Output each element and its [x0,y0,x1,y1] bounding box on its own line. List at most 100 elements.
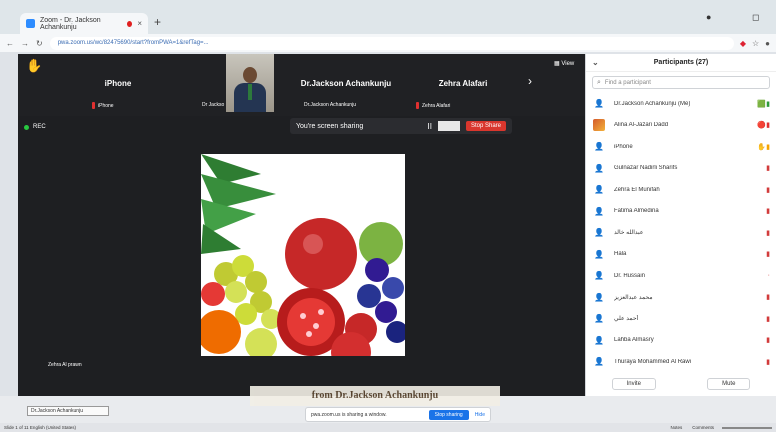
taskbar-window-label[interactable]: Dr.Jackson Achankunju [27,406,109,416]
participant-status-icon: 🔴▮ [757,122,770,130]
recording-dot-icon [24,124,29,130]
participant-name: Hala [614,251,627,258]
participant-name: Alina Al-Jazari Dadd [614,122,669,129]
participant-search[interactable]: ⌕ Find a participant [592,76,770,89]
participant-row[interactable]: 👤 عبدالله خالد ▮ [586,222,776,244]
url-field[interactable]: pwa.zoom.us/wc/82475690/start?fromPWA=1&… [49,36,734,50]
minimize-icon[interactable]: ● [706,12,711,22]
pause-share-button[interactable]: II [428,122,432,131]
participant-row[interactable]: 👤 Lahba Almasry ▮ [586,330,776,352]
close-tab-icon[interactable]: × [137,19,142,28]
participant-list: 👤 Dr.Jackson Achankunju (Me) 🟩▮ Alina Al-Ja… [586,93,776,373]
participant-row[interactable]: 👤 Fatima Almedina ▮ [586,201,776,223]
person-tie [248,84,252,100]
next-page-chevron-icon[interactable]: › [528,74,532,88]
participant-name: Dr.Jackson Achankunju (Me) [614,100,691,107]
profile-icon[interactable]: ● [765,39,770,48]
search-icon: ⌕ [597,78,601,86]
browser-tab[interactable]: Zoom - Dr. Jackson Achankunju × [20,13,148,34]
person-icon: 👤 [594,335,604,345]
video-tile[interactable]: Dr.Jackson Achankunju Dr.Jackson Achanku… [286,54,406,116]
person-icon: 👤 [594,249,604,259]
participant-name: عبدالله خالد [614,230,644,237]
participants-panel: ⌄ Participants (27) ⌕ Find a participant… [585,54,776,396]
participant-name: Dr. Hussain [614,272,646,279]
forward-icon[interactable]: → [21,39,29,48]
participant-name: iPhone [614,143,633,150]
raised-hand-icon: ✋ [26,58,43,73]
address-bar-row: ← → ↻ pwa.zoom.us/wc/82475690/start?from… [0,34,776,52]
person-icon: 👤 [594,271,604,281]
video-tile[interactable]: Zehra Alafari Zehra Alafari [408,54,518,116]
comments-button[interactable]: Comments [692,425,714,430]
participant-status-icon: ▮ [766,165,770,173]
participant-status-icon: · [767,272,770,280]
mic-muted-icon [416,102,419,109]
person-icon: 👤 [594,314,604,324]
participant-status-icon: ▮ [766,358,770,366]
video-strip: ✋ iPhone iPhone Dr Jackso Dr.Jackson Ach… [18,54,585,116]
video-tile[interactable]: ✋ iPhone iPhone [18,54,218,116]
tile-name: Zehra Alafari [438,79,488,88]
person-icon: 👤 [594,228,604,238]
participant-row[interactable]: 👤 محمد عبدالعزيز ▮ [586,287,776,309]
participant-row[interactable]: 👤 Dr. Hussain · [586,265,776,287]
mic-muted-icon [92,102,95,109]
participant-name: محمد عبدالعزيز [614,294,653,301]
bookmark-star-icon[interactable]: ☆ [752,39,759,48]
participant-status-icon: ▮ [766,229,770,237]
tile-name: iPhone [104,79,132,88]
participant-row[interactable]: 👤 Gulnazar Nadirli Sharifs ▮ [586,158,776,180]
new-tab-button[interactable]: + [154,15,161,29]
recording-status: REC [24,124,46,130]
recording-indicator-icon [127,20,133,27]
shared-fruit-image [201,154,405,356]
participant-video[interactable] [226,54,274,112]
view-button[interactable]: ▦ View [554,60,574,67]
participant-status-icon: ▮ [766,251,770,259]
sharing-notice-text: pwa.zoom.us is sharing a window. [311,411,387,418]
participant-row[interactable]: 👤 Hala ▮ [586,244,776,266]
screen-share-bar: You're screen sharing II Stop Share [290,118,512,134]
participants-title: Participants (27) [653,59,709,66]
person-icon: 👤 [594,163,604,173]
reload-icon[interactable]: ↻ [36,39,43,48]
participant-row[interactable]: 👤 iPhone ✋▮ [586,136,776,158]
person-icon: 👤 [594,99,604,109]
notes-button[interactable]: Notes [670,425,682,430]
participant-row[interactable]: 👤 Thuraya Mohammed Al Rawi ▮ [586,351,776,373]
participant-status-icon: ▮ [766,186,770,194]
hide-notice-button[interactable]: Hide [475,412,485,418]
participants-header: ⌄ Participants (27) [586,54,776,72]
panel-footer: Invite Mute [586,378,776,390]
participant-status-icon: ▮ [766,294,770,302]
person-icon: 👤 [594,206,604,216]
maximize-icon[interactable]: ◻ [752,12,759,23]
meeting-area: ✋ iPhone iPhone Dr Jackso Dr.Jackson Ach… [18,54,585,396]
extension-icon[interactable]: ◆ [740,39,746,48]
participant-row[interactable]: 👤 Zehra El Munifah ▮ [586,179,776,201]
stop-share-button[interactable]: Stop Share [465,121,506,131]
participant-row[interactable]: Alina Al-Jazari Dadd 🔴▮ [586,115,776,137]
person-icon: 👤 [594,142,604,152]
invite-button[interactable]: Invite [611,378,656,390]
sharing-notice: pwa.zoom.us is sharing a window. Stop sh… [305,407,491,422]
status-right: Notes Comments [660,425,772,430]
participant-name: Zehra El Munifah [614,186,660,193]
avatar-image [593,119,605,132]
tile-subname: Zehra Alafari [416,102,450,109]
participant-name: Fatima Almedina [614,208,659,215]
zoom-slider[interactable] [722,426,772,429]
recording-label: REC [33,124,46,130]
tile-name: Dr.Jackson Achankunju [300,79,392,88]
person-head [243,67,257,83]
tile-subname: Dr.Jackson Achankunju [304,102,356,108]
stop-sharing-button[interactable]: Stop sharing [428,409,469,420]
back-icon[interactable]: ← [6,39,14,48]
participant-row[interactable]: 👤 أحمد علي ▮ [586,308,776,330]
collapse-panel-icon[interactable]: ⌄ [592,58,599,67]
mute-all-button[interactable]: Mute [707,378,751,390]
app-window: Zoom - Dr. Jackson Achankunju × + ● ◻ ← … [0,0,776,432]
participant-avatar [592,119,606,132]
participant-row[interactable]: 👤 Dr.Jackson Achankunju (Me) 🟩▮ [586,93,776,115]
